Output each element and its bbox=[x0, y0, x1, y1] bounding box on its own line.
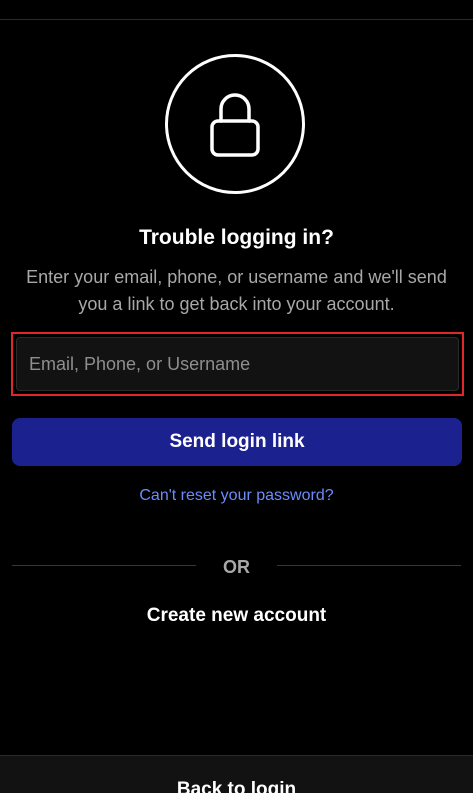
divider-line-left bbox=[12, 565, 196, 566]
back-to-login-label: Back to login bbox=[176, 779, 297, 793]
create-new-account-link[interactable]: Create new account bbox=[0, 603, 473, 629]
cant-reset-password-link[interactable]: Can't reset your password? bbox=[0, 485, 473, 507]
divider-line-right bbox=[277, 565, 461, 566]
back-to-login-bar[interactable]: Back to login bbox=[0, 755, 473, 793]
instructions-text: Enter your email, phone, or username and… bbox=[26, 267, 447, 314]
top-divider bbox=[0, 19, 473, 20]
identifier-field-focus-outline bbox=[11, 332, 464, 396]
or-divider-label: OR bbox=[223, 557, 250, 577]
identifier-input[interactable] bbox=[16, 337, 459, 391]
send-login-link-button[interactable]: Send login link bbox=[12, 418, 462, 466]
lock-icon-circle bbox=[165, 54, 305, 194]
lock-icon bbox=[210, 93, 260, 157]
page-title: Trouble logging in? bbox=[139, 226, 334, 249]
